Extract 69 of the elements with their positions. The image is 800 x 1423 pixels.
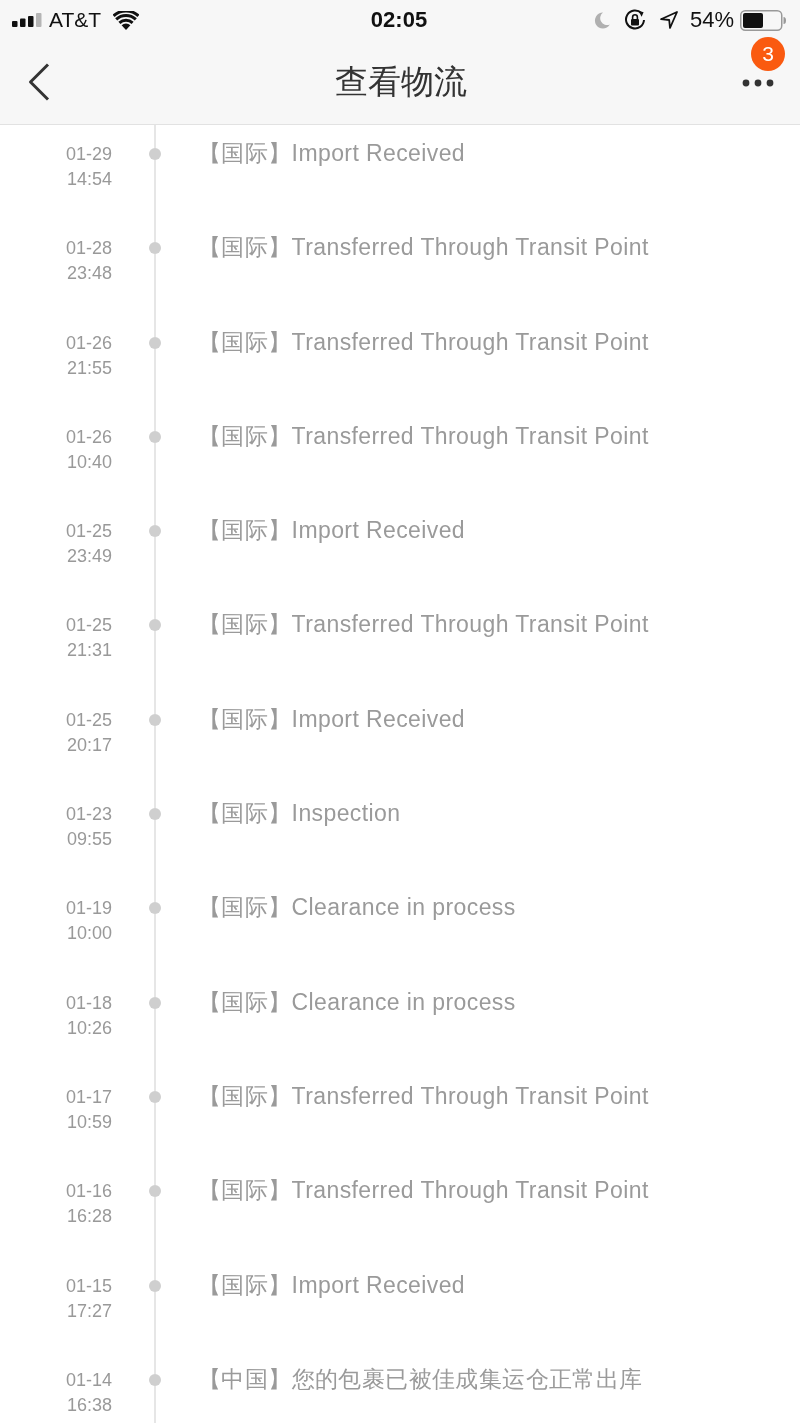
- event-date: 01-26: [65, 331, 112, 355]
- timeline-dot-icon: [149, 713, 161, 726]
- event-time: 10:59: [66, 1110, 112, 1134]
- clock-time: 02:05: [370, 7, 428, 33]
- timeline-dot-icon: [149, 1279, 161, 1292]
- timeline-dot-icon: [149, 148, 161, 160]
- signal-icon: [12, 13, 42, 27]
- event-date: 01-18: [65, 991, 112, 1015]
- notification-badge: 3: [751, 37, 785, 71]
- event-time: 21:55: [66, 356, 112, 380]
- event-date: 01-25: [65, 614, 112, 638]
- event-description: 【国际】Transferred Through Transit Point: [198, 1081, 649, 1111]
- event-description: 【国际】Import Received: [198, 139, 466, 168]
- event-description: 【中国】您的包裹已被佳成集运仓正常出库: [198, 1364, 643, 1394]
- moon-icon: [593, 11, 610, 29]
- event-date: 01-28: [65, 237, 112, 261]
- event-description: 【国际】Inspection: [198, 799, 401, 829]
- battery-icon: [740, 9, 786, 31]
- wifi-icon: [113, 10, 140, 30]
- event-time: 23:48: [66, 262, 112, 286]
- carrier-name: AT&T: [49, 8, 102, 32]
- event-description: 【国际】Clearance in process: [198, 987, 516, 1017]
- timeline-dot-icon: [149, 336, 161, 349]
- event-date: 01-26: [65, 425, 112, 449]
- battery-percentage: 54%: [689, 7, 734, 33]
- event-time: 17:27: [66, 1299, 112, 1323]
- event-time: 09:55: [66, 828, 112, 852]
- more-icon[interactable]: [742, 79, 774, 87]
- event-description: 【国际】Transferred Through Transit Point: [198, 421, 649, 451]
- timeline-dot-icon: [149, 1373, 161, 1386]
- event-date: 01-29: [65, 143, 112, 166]
- event-date: 01-23: [65, 803, 112, 827]
- event-description: 【国际】Import Received: [198, 704, 466, 734]
- timeline-dot-icon: [149, 1185, 161, 1198]
- timeline-dot-icon: [149, 1090, 161, 1103]
- event-time: 20:17: [66, 733, 112, 757]
- event-description: 【国际】Import Received: [198, 516, 466, 546]
- event-time: 23:49: [66, 545, 112, 569]
- timeline-dot-icon: [149, 619, 161, 632]
- event-time: 16:28: [66, 1205, 112, 1229]
- timeline-dot-icon: [149, 902, 161, 915]
- event-time: 10:26: [66, 1016, 112, 1040]
- event-date: 01-19: [65, 897, 112, 921]
- event-time: 10:00: [66, 922, 112, 946]
- event-time: 21:31: [66, 639, 112, 663]
- event-date: 01-14: [65, 1368, 112, 1392]
- event-date: 01-17: [65, 1085, 112, 1109]
- timeline-dot-icon: [149, 525, 161, 538]
- event-date: 01-25: [65, 708, 112, 732]
- timeline-dot-icon: [149, 430, 161, 443]
- timeline-dot-icon: [149, 808, 161, 821]
- event-date: 01-15: [65, 1274, 112, 1298]
- event-description: 【国际】Transferred Through Transit Point: [198, 610, 649, 640]
- event-description: 【国际】Transferred Through Transit Point: [198, 1176, 649, 1206]
- event-date: 01-25: [65, 520, 112, 544]
- event-description: 【国际】Clearance in process: [198, 893, 516, 923]
- page-title: 查看物流: [335, 61, 467, 102]
- event-time: 16:38: [66, 1393, 112, 1417]
- timeline-dot-icon: [149, 242, 161, 255]
- event-time: 10:40: [66, 450, 112, 474]
- event-date: 01-16: [65, 1180, 112, 1204]
- event-time: 14:54: [66, 168, 112, 191]
- rotation-lock-icon: [623, 9, 646, 31]
- event-description: 【国际】Transferred Through Transit Point: [198, 233, 649, 263]
- back-icon[interactable]: [28, 63, 50, 101]
- event-description: 【国际】Transferred Through Transit Point: [198, 327, 649, 357]
- timeline-dot-icon: [149, 996, 161, 1009]
- location-arrow-icon: [659, 11, 678, 29]
- event-description: 【国际】Import Received: [198, 1270, 466, 1300]
